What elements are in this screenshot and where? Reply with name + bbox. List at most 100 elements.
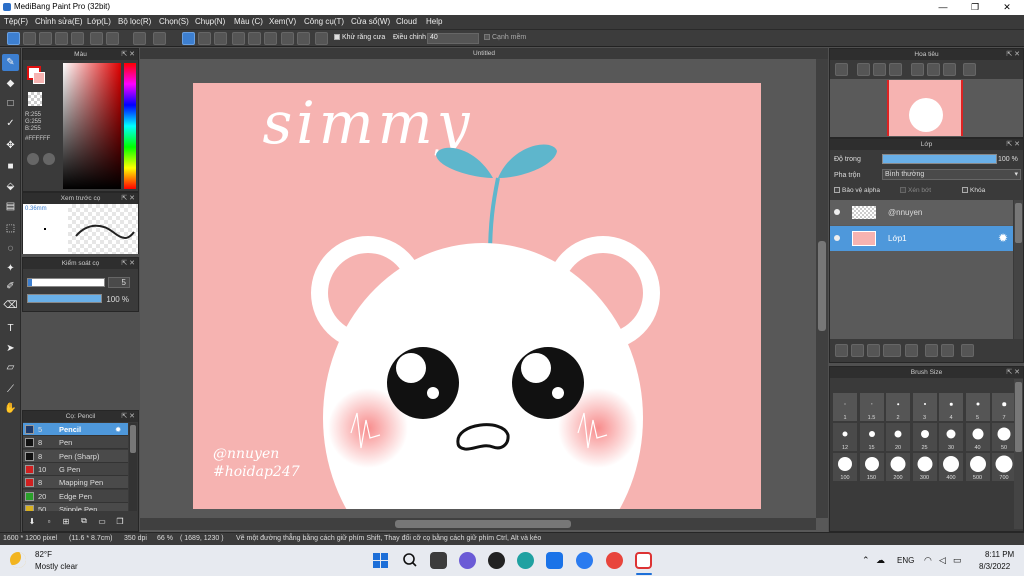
close-button[interactable]: ✕ [992, 0, 1022, 15]
medibang-icon[interactable] [635, 552, 652, 569]
brush-size-cell[interactable]: 1 [833, 393, 857, 421]
new-halftone-layer-icon[interactable] [851, 344, 864, 357]
snap-vanish-icon[interactable] [232, 32, 245, 45]
eraser-tool-icon[interactable]: ◆ [2, 75, 19, 92]
new-8bit-layer-icon[interactable] [867, 344, 880, 357]
snap-curve-icon[interactable] [281, 32, 294, 45]
hand-tool-icon[interactable]: ✋ [2, 400, 19, 417]
brush-size-cell[interactable]: 3 [912, 393, 937, 421]
scrollbar-thumb[interactable] [130, 425, 136, 453]
brush-size-cell[interactable]: 5 [965, 393, 990, 421]
brush-list-item[interactable]: 5 Pencil ✹ [23, 423, 128, 436]
menu-capture[interactable]: Chụp(N) [195, 17, 225, 26]
move-tool-icon[interactable]: ✥ [2, 137, 19, 154]
chat-icon[interactable] [55, 32, 68, 45]
adjust-select[interactable]: 40 [427, 33, 479, 44]
brush-size-cell[interactable]: 12 [833, 423, 857, 451]
panel-close-icon[interactable]: ⇱ ✕ [121, 193, 135, 204]
clock-time[interactable]: 8:11 PM [985, 550, 1014, 559]
gear-icon[interactable]: ✹ [998, 231, 1008, 245]
size-input[interactable]: 5 [108, 277, 130, 288]
menu-help[interactable]: Help [426, 17, 442, 26]
select-eraser-icon[interactable]: ⌫ [2, 297, 19, 314]
lock-checkbox[interactable]: Khóa [962, 187, 985, 194]
snap-cross-icon[interactable] [214, 32, 227, 45]
new-layer-icon[interactable] [835, 344, 848, 357]
menu-window[interactable]: Cửa sổ(W) [351, 17, 390, 26]
document-tab[interactable]: Untitled [140, 48, 828, 59]
brush-copy-icon[interactable]: ⧉ [78, 515, 90, 527]
brush-size-cell[interactable]: 7 [992, 393, 1016, 421]
share-icon[interactable] [23, 32, 36, 45]
store-icon[interactable] [546, 552, 563, 569]
gear-icon[interactable]: ✹ [115, 423, 121, 436]
canvas-vertical-scrollbar[interactable] [816, 59, 828, 518]
menu-file[interactable]: Tệp(F) [4, 17, 28, 26]
bucket-tool-icon[interactable]: ⬙ [2, 178, 19, 195]
brush-size-cell[interactable]: 400 [939, 453, 963, 481]
menu-cloud[interactable]: Cloud [396, 17, 417, 26]
brush-size-cell[interactable]: 50 [992, 423, 1016, 451]
language-indicator[interactable]: ENG [897, 556, 914, 565]
brush-size-cell[interactable]: 100 [833, 453, 857, 481]
layer-row[interactable]: @nnuyen [830, 200, 1013, 225]
palette-icon[interactable] [43, 153, 55, 165]
weather-desc[interactable]: Mostly clear [35, 562, 78, 571]
redo-icon[interactable] [153, 32, 166, 45]
eyedropper-icon[interactable]: ⟋ [2, 381, 19, 398]
snap-circle-icon[interactable] [264, 32, 277, 45]
smooth-checkbox[interactable]: Cạnh mềm [484, 34, 526, 41]
brush-list-item[interactable]: 20 Edge Pen [23, 489, 128, 503]
saturation-value-square[interactable] [63, 63, 121, 189]
snap-config-icon[interactable] [315, 32, 328, 45]
fill-rect-tool-icon[interactable]: ■ [2, 158, 19, 175]
merge-layer-icon[interactable] [941, 344, 954, 357]
size-slider[interactable] [27, 278, 105, 287]
opacity-slider[interactable] [27, 294, 102, 303]
start-icon[interactable] [372, 552, 389, 569]
weather-moon-icon[interactable] [10, 552, 26, 568]
chevron-up-icon[interactable]: ⌃ [862, 555, 870, 566]
menu-edit[interactable]: Chỉnh sửa(E) [35, 17, 83, 26]
select-pen-icon[interactable]: ✐ [2, 278, 19, 295]
brush-tool-icon[interactable]: ✎ [2, 54, 19, 71]
menu-select[interactable]: Chọn(S) [159, 17, 189, 26]
protect-alpha-checkbox[interactable]: Bảo vệ alpha [834, 187, 880, 194]
zoom-out-icon[interactable] [889, 63, 902, 76]
zoom-in-2-icon[interactable] [857, 63, 870, 76]
add-layer-menu-icon[interactable] [883, 344, 901, 357]
secondary-color-swatch[interactable] [33, 72, 45, 84]
select-tool-icon[interactable]: ⬚ [2, 220, 19, 237]
menu-tools[interactable]: Công cụ(T) [304, 17, 344, 26]
chrome-icon[interactable] [606, 552, 623, 569]
brush-list-item[interactable]: 50 Stipple Pen [23, 502, 128, 511]
brush-size-cell[interactable]: 15 [859, 423, 884, 451]
snap-radial-icon[interactable] [248, 32, 261, 45]
edge-icon[interactable] [517, 552, 534, 569]
teams-chat-icon[interactable] [459, 552, 476, 569]
brush-size-cell[interactable]: 300 [912, 453, 937, 481]
brush-list-item[interactable]: 10 G Pen [23, 462, 128, 476]
hue-slider[interactable] [124, 63, 136, 189]
brush-folder-icon[interactable]: ▭ [96, 515, 108, 527]
blend-select[interactable]: Bình thường ▾ [882, 169, 1021, 180]
navigator-thumbnail[interactable] [887, 80, 963, 136]
brush-add-icon[interactable]: ⊞ [60, 515, 72, 527]
brush-size-cell[interactable]: 1.5 [859, 393, 884, 421]
duplicate-layer-icon[interactable] [925, 344, 938, 357]
brush-size-cell[interactable]: 700 [992, 453, 1016, 481]
brush-list-item[interactable]: 8 Pen [23, 436, 128, 450]
divide-tool-icon[interactable]: ▱ [2, 359, 19, 376]
rotate-left-icon[interactable] [911, 63, 924, 76]
cloud-icon[interactable] [7, 32, 20, 45]
rotate-reset-icon[interactable] [927, 63, 940, 76]
panel-close-icon[interactable]: ⇱ ✕ [1006, 49, 1020, 60]
panel-close-icon[interactable]: ⇱ ✕ [1006, 367, 1020, 378]
dot-tool-icon[interactable]: ✓ [2, 115, 19, 132]
rect-tool-icon[interactable]: □ [2, 95, 19, 112]
frame-icon[interactable] [106, 32, 119, 45]
brush-size-cell[interactable]: 25 [912, 423, 937, 451]
menu-layer[interactable]: Lớp(L) [87, 17, 111, 26]
lasso-tool-icon[interactable]: ◌ [2, 240, 19, 257]
brush-size-cell[interactable]: 200 [886, 453, 910, 481]
